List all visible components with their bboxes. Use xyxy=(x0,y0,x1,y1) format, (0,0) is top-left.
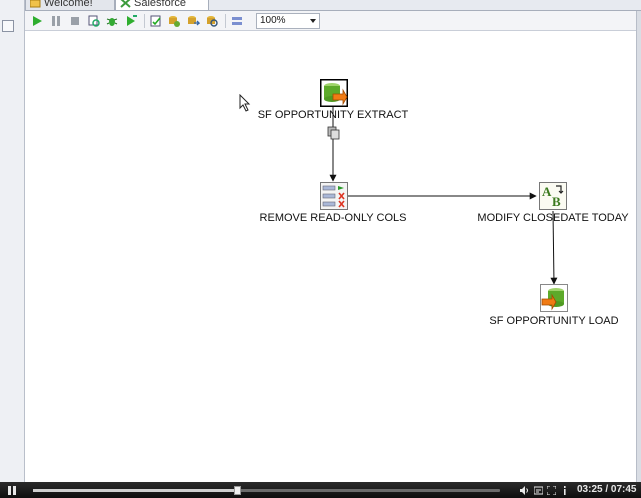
svg-text:B: B xyxy=(552,194,561,209)
debug-icon[interactable] xyxy=(105,14,119,28)
seek-bar-progress xyxy=(33,489,239,492)
zoom-value: 100% xyxy=(260,15,286,26)
seek-thumb[interactable] xyxy=(234,486,242,495)
pause-icon[interactable] xyxy=(49,14,63,28)
canvas-right-border xyxy=(636,11,641,482)
step-label: MODIFY CLOSEDATE TODAY xyxy=(477,212,629,224)
preview-icon[interactable] xyxy=(87,14,101,28)
fullscreen-icon[interactable] xyxy=(547,486,556,495)
info-icon[interactable] xyxy=(560,486,569,495)
step-label: SF OPPORTUNITY EXTRACT xyxy=(257,109,409,121)
impact-icon[interactable] xyxy=(167,14,181,28)
copy-rows-icon xyxy=(327,126,340,140)
panel-restore-icon[interactable] xyxy=(2,20,14,32)
welcome-tab-icon xyxy=(30,0,41,8)
run-icon[interactable] xyxy=(30,14,44,28)
tab-welcome-label: Welcome! xyxy=(44,0,93,9)
show-results-icon[interactable] xyxy=(230,14,244,28)
svg-text:A: A xyxy=(542,184,552,199)
tab-welcome[interactable]: Welcome! xyxy=(25,0,115,10)
left-panel-strip xyxy=(0,0,25,482)
volume-icon[interactable] xyxy=(520,486,529,495)
replay-icon[interactable] xyxy=(124,14,138,28)
verify-icon[interactable] xyxy=(149,14,163,28)
step-label: REMOVE READ-ONLY COLS xyxy=(259,212,407,224)
mouse-cursor-icon xyxy=(239,94,251,112)
editor-tab-bar: Welcome! Salesforce ☒ xyxy=(25,0,641,11)
settings-icon[interactable] xyxy=(534,486,543,495)
tab-salesforce[interactable]: Salesforce ☒ xyxy=(115,0,209,10)
step-label: SF OPPORTUNITY LOAD xyxy=(489,315,619,327)
pause-button[interactable] xyxy=(8,486,16,495)
stop-icon[interactable] xyxy=(68,14,82,28)
sql-icon[interactable] xyxy=(186,14,200,28)
explore-db-icon[interactable] xyxy=(205,14,219,28)
chevron-down-icon xyxy=(310,19,316,23)
playback-time: 03:25 / 07:45 xyxy=(577,484,637,495)
transformation-toolbar: 100% xyxy=(25,11,641,31)
video-player-bar: 03:25 / 07:45 xyxy=(0,482,641,498)
seek-bar[interactable] xyxy=(33,486,500,495)
select-values-icon xyxy=(320,182,348,210)
salesforce-output-icon xyxy=(540,284,568,312)
salesforce-input-icon xyxy=(320,79,348,107)
zoom-select[interactable]: 100% xyxy=(256,13,320,29)
modified-javascript-icon: A B xyxy=(539,182,567,210)
transformation-tab-icon xyxy=(120,0,131,8)
tab-salesforce-label: Salesforce xyxy=(134,0,186,9)
transformation-canvas[interactable]: SF OPPORTUNITY EXTRACT REMOVE READ-ONLY … xyxy=(25,31,636,482)
